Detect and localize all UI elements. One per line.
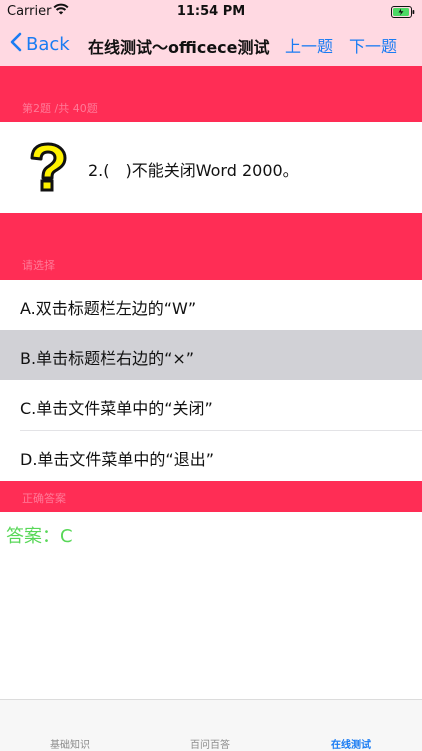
option-c[interactable]: C.单击文件菜单中的“关闭” bbox=[0, 380, 422, 430]
answer-header: 正确答案 bbox=[0, 481, 422, 512]
question-text: 2.( )不能关闭Word 2000。 bbox=[88, 161, 299, 180]
back-label: Back bbox=[26, 34, 70, 55]
option-b[interactable]: B.单击标题栏右边的“×” bbox=[0, 330, 422, 380]
option-d[interactable]: D.单击文件菜单中的“退出” bbox=[0, 431, 422, 481]
question-progress: 第2题 /共 40题 bbox=[22, 102, 98, 115]
tab-qa[interactable]: 百问百答 bbox=[190, 736, 230, 751]
answer-header-label: 正确答案 bbox=[22, 492, 66, 505]
question-card: 2.( )不能关闭Word 2000。 bbox=[0, 122, 422, 213]
option-label: D.单击文件菜单中的“退出” bbox=[20, 450, 214, 469]
tab-basics[interactable]: 基础知识 bbox=[50, 736, 90, 751]
option-label: A.双击标题栏左边的“W” bbox=[20, 299, 197, 318]
next-question-button[interactable]: 下一题 bbox=[349, 33, 397, 57]
options-header: 请选择 bbox=[0, 213, 422, 280]
options-header-label: 请选择 bbox=[22, 259, 55, 272]
status-time: 11:54 PM bbox=[176, 4, 246, 19]
answer-text: 答案：C bbox=[6, 526, 73, 547]
option-label: C.单击文件菜单中的“关闭” bbox=[20, 399, 213, 418]
back-button[interactable]: Back bbox=[10, 32, 70, 57]
page-title: 在线测试～officece测试 bbox=[88, 38, 270, 57]
battery-icon bbox=[391, 6, 415, 18]
chevron-left-icon bbox=[10, 32, 22, 57]
tab-bar: 基础知识 百问百答 在线测试 bbox=[0, 699, 422, 751]
question-header: 第2题 /共 40题 bbox=[0, 66, 422, 122]
tab-online-test[interactable]: 在线测试 bbox=[331, 736, 371, 751]
navigation-bar: Back 在线测试～officece测试 上一题 下一题 bbox=[0, 24, 422, 66]
question-mark-icon bbox=[26, 142, 70, 196]
option-a[interactable]: A.双击标题栏左边的“W” bbox=[0, 280, 422, 330]
status-bar: Carrier 11:54 PM bbox=[0, 0, 422, 24]
option-label: B.单击标题栏右边的“×” bbox=[20, 349, 195, 368]
previous-question-button[interactable]: 上一题 bbox=[285, 33, 333, 57]
